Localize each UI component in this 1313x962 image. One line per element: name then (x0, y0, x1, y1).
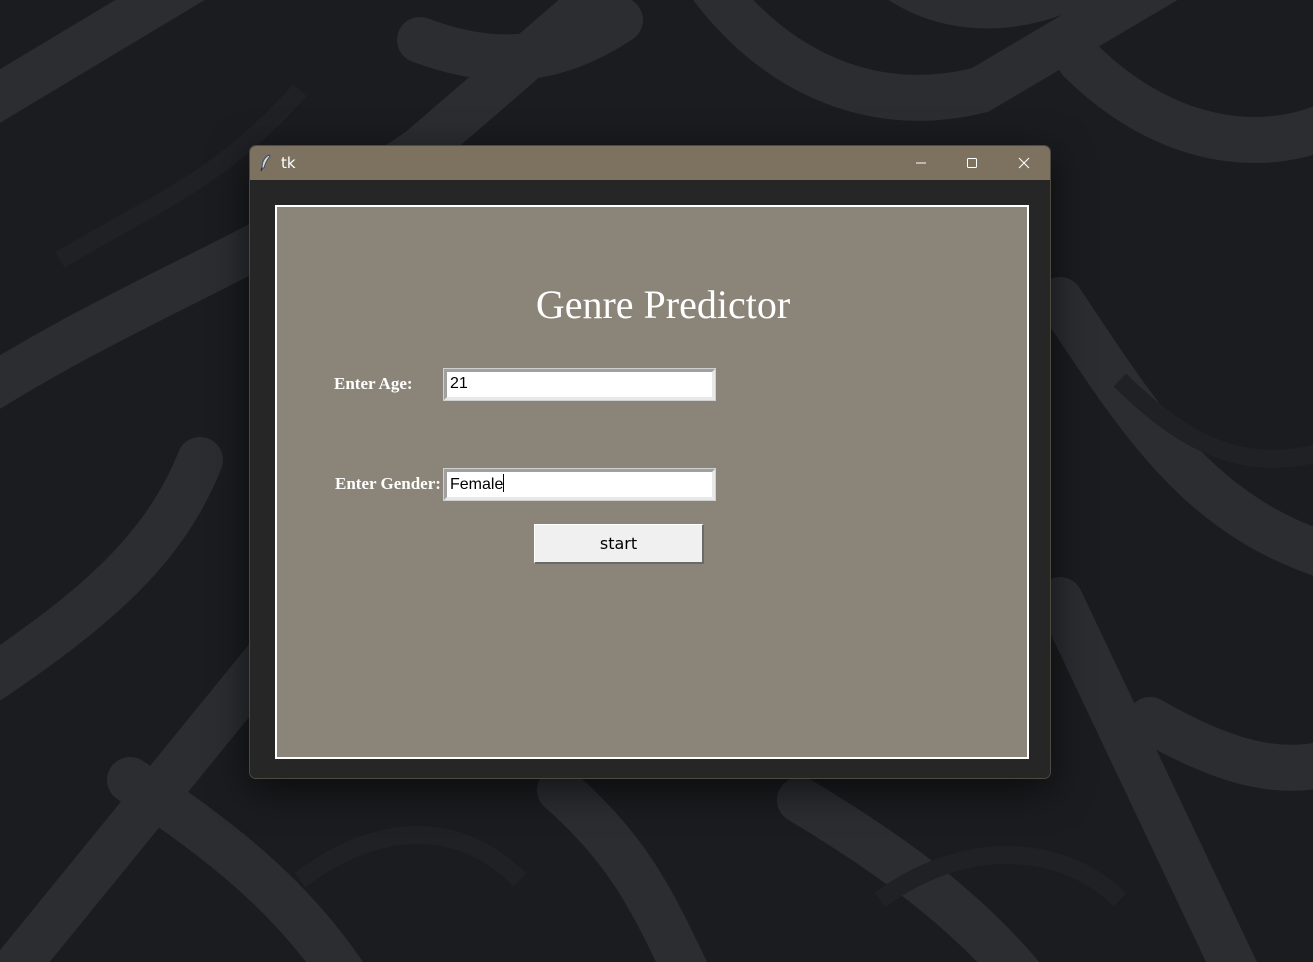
close-icon (1018, 157, 1030, 169)
age-input[interactable]: 21 (443, 368, 716, 401)
text-caret (503, 474, 505, 492)
page-title: Genre Predictor (535, 282, 791, 327)
age-label: Enter Age: (334, 374, 413, 393)
gender-label: Enter Gender: (335, 474, 441, 493)
title-bar[interactable]: tk (250, 146, 1050, 180)
start-button[interactable]: start (534, 524, 704, 564)
minimize-icon (916, 162, 926, 164)
window-client-area: Genre Predictor Enter Age: 21 Enter Gend… (250, 180, 1050, 778)
gender-input[interactable]: Female (443, 468, 716, 501)
close-button[interactable] (999, 146, 1049, 180)
tk-feather-icon (260, 154, 271, 172)
maximize-icon (967, 158, 977, 168)
gender-input-value: Female (450, 476, 504, 493)
minimize-button[interactable] (896, 146, 946, 180)
app-window: tk Genre Predictor Enter Age: 21 Enter G… (249, 145, 1051, 779)
maximize-button[interactable] (947, 146, 997, 180)
form-frame: Genre Predictor Enter Age: 21 Enter Gend… (275, 205, 1029, 759)
gender-input-text-wrap: Female (450, 474, 505, 495)
age-input-value: 21 (450, 375, 468, 392)
window-title: tk (281, 154, 296, 172)
